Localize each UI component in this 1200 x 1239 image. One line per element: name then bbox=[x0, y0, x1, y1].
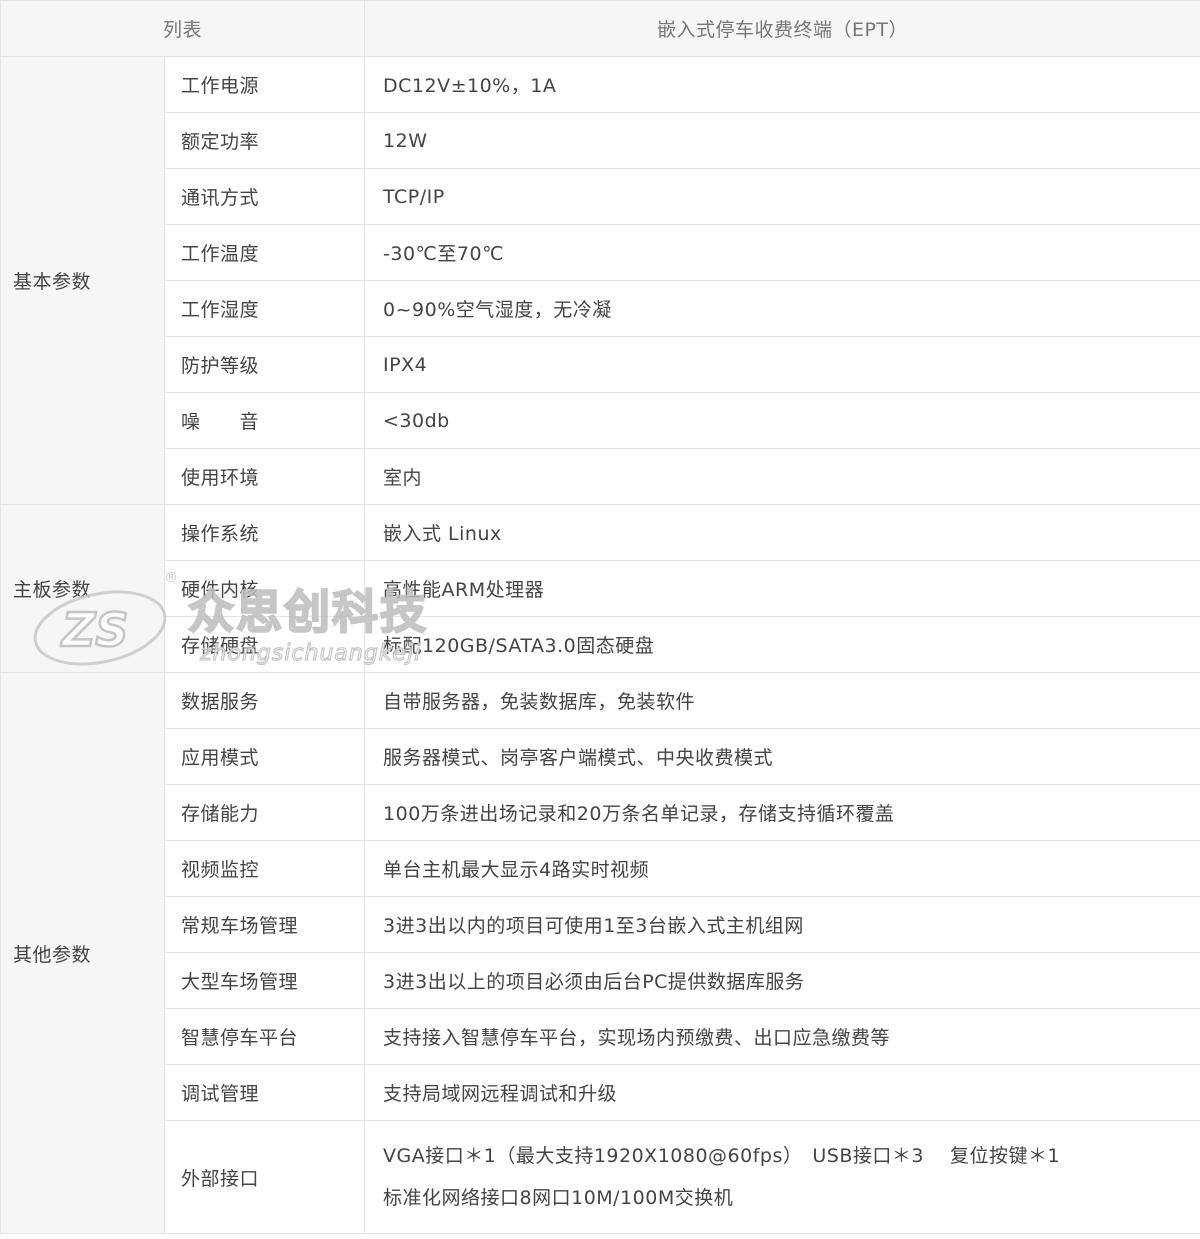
table-row: 工作温度 -30℃至70℃ bbox=[1, 224, 1200, 281]
param-name: 防护等级 bbox=[163, 336, 366, 393]
table-row: 应用模式 服务器模式、岗亭客户端模式、中央收费模式 bbox=[1, 728, 1200, 785]
param-name: 操作系统 bbox=[163, 504, 366, 561]
param-name: 工作湿度 bbox=[163, 280, 366, 337]
param-value: DC12V±10%，1A bbox=[364, 56, 1200, 113]
param-name: 噪 音 bbox=[163, 392, 366, 449]
param-name: 视频监控 bbox=[163, 840, 366, 897]
param-value: 100万条进出场记录和20万条名单记录，存储支持循环覆盖 bbox=[364, 784, 1200, 841]
table-row: 常规车场管理 3进3出以内的项目可使用1至3台嵌入式主机组网 bbox=[1, 896, 1200, 953]
param-value: TCP/IP bbox=[364, 168, 1200, 225]
param-value: 3进3出以内的项目可使用1至3台嵌入式主机组网 bbox=[364, 896, 1200, 953]
table-row: 智慧停车平台 支持接入智慧停车平台，实现场内预缴费、出口应急缴费等 bbox=[1, 1008, 1200, 1065]
table-row: 视频监控 单台主机最大显示4路实时视频 bbox=[1, 840, 1200, 897]
param-value: IPX4 bbox=[364, 336, 1200, 393]
param-value: VGA接口＊1（最大支持1920X1080@60fps） USB接口＊3 复位按… bbox=[364, 1120, 1200, 1234]
interface-line-1: VGA接口＊1（最大支持1920X1080@60fps） USB接口＊3 复位按… bbox=[383, 1145, 1061, 1167]
param-name: 工作电源 bbox=[163, 56, 366, 113]
param-name: 工作温度 bbox=[163, 224, 366, 281]
param-value: 标配120GB/SATA3.0固态硬盘 bbox=[364, 616, 1200, 673]
table-row: 其他参数 数据服务 自带服务器，免装数据库，免装软件 bbox=[0, 672, 1200, 1234]
group-mainboard: 主板参数 bbox=[0, 504, 165, 673]
group-basic: 基本参数 bbox=[0, 56, 165, 505]
param-value: 高性能ARM处理器 bbox=[364, 560, 1200, 617]
table-row: 存储能力 100万条进出场记录和20万条名单记录，存储支持循环覆盖 bbox=[1, 784, 1200, 841]
param-name: 外部接口 bbox=[163, 1120, 366, 1234]
param-value: 室内 bbox=[364, 448, 1200, 505]
param-value: 自带服务器，免装数据库，免装软件 bbox=[364, 672, 1200, 729]
table-row: 使用环境 室内 bbox=[1, 448, 1200, 505]
param-name: 额定功率 bbox=[163, 112, 366, 169]
param-name: 智慧停车平台 bbox=[163, 1008, 366, 1065]
param-name: 调试管理 bbox=[163, 1064, 366, 1121]
param-name: 通讯方式 bbox=[163, 168, 366, 225]
param-name: 常规车场管理 bbox=[163, 896, 366, 953]
table-row: 噪 音 <30db bbox=[1, 392, 1200, 449]
header-product: 嵌入式停车收费终端（EPT） bbox=[364, 0, 1200, 57]
param-value: 单台主机最大显示4路实时视频 bbox=[364, 840, 1200, 897]
param-value: <30db bbox=[364, 392, 1200, 449]
table-row: 基本参数 工作电源 DC12V±10%，1A bbox=[0, 56, 1200, 505]
param-value: 服务器模式、岗亭客户端模式、中央收费模式 bbox=[364, 728, 1200, 785]
table-row: 调试管理 支持局域网远程调试和升级 bbox=[1, 1064, 1200, 1121]
param-name: 硬件内核 bbox=[163, 560, 366, 617]
table-row: 大型车场管理 3进3出以上的项目必须由后台PC提供数据库服务 bbox=[1, 952, 1200, 1009]
param-name: 数据服务 bbox=[163, 672, 366, 729]
table-row: 工作湿度 0~90%空气湿度，无冷凝 bbox=[1, 280, 1200, 337]
group-other: 其他参数 bbox=[0, 672, 165, 1234]
param-name: 应用模式 bbox=[163, 728, 366, 785]
spec-table: 列表 嵌入式停车收费终端（EPT） 基本参数 工作电源 DC12V±10%，1A… bbox=[0, 0, 1200, 1234]
table-row: 额定功率 12W bbox=[1, 112, 1200, 169]
param-value: -30℃至70℃ bbox=[364, 224, 1200, 281]
param-value: 支持接入智慧停车平台，实现场内预缴费、出口应急缴费等 bbox=[364, 1008, 1200, 1065]
table-row: 存储硬盘 标配120GB/SATA3.0固态硬盘 bbox=[1, 616, 1200, 673]
param-name: 大型车场管理 bbox=[163, 952, 366, 1009]
param-value: 0~90%空气湿度，无冷凝 bbox=[364, 280, 1200, 337]
param-name: 存储能力 bbox=[163, 784, 366, 841]
table-row: 防护等级 IPX4 bbox=[1, 336, 1200, 393]
header-list: 列表 bbox=[0, 0, 366, 57]
header-row: 列表 嵌入式停车收费终端（EPT） bbox=[0, 0, 1200, 57]
param-value: 嵌入式 Linux bbox=[364, 504, 1200, 561]
param-name: 存储硬盘 bbox=[163, 616, 366, 673]
table-row: 外部接口 VGA接口＊1（最大支持1920X1080@60fps） USB接口＊… bbox=[1, 1120, 1200, 1234]
table-row: 硬件内核 高性能ARM处理器 bbox=[1, 560, 1200, 617]
param-name: 使用环境 bbox=[163, 448, 366, 505]
param-value: 支持局域网远程调试和升级 bbox=[364, 1064, 1200, 1121]
table-row: 主板参数 操作系统 嵌入式 Linux bbox=[0, 504, 1200, 673]
param-value: 3进3出以上的项目必须由后台PC提供数据库服务 bbox=[364, 952, 1200, 1009]
param-value: 12W bbox=[364, 112, 1200, 169]
interface-line-2: 标准化网络接口8网口10M/100M交换机 bbox=[383, 1187, 734, 1209]
table-row: 通讯方式 TCP/IP bbox=[1, 168, 1200, 225]
